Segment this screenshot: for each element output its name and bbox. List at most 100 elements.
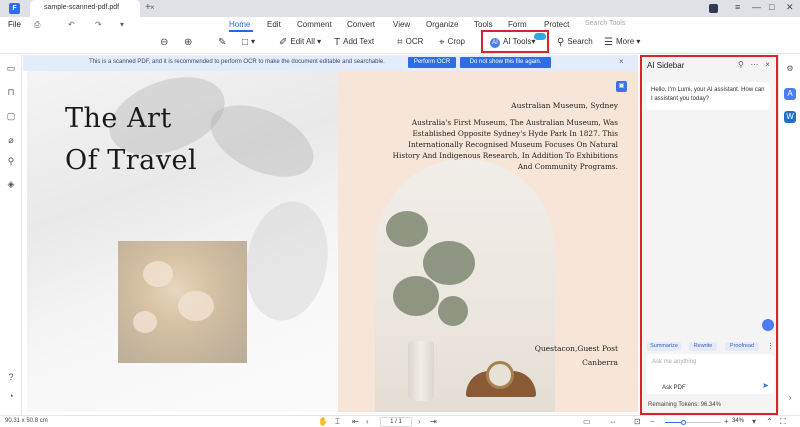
edit-all-button[interactable]: ✐ Edit All ▾ <box>279 37 321 48</box>
hand-tool-icon[interactable]: ✋ <box>318 417 328 426</box>
summarize-chip[interactable]: Summarize <box>647 342 681 351</box>
document-viewer[interactable]: This is a scanned PDF, and it is recomme… <box>23 55 638 412</box>
menu-organize[interactable]: Organize <box>426 20 458 29</box>
rewrite-chip[interactable]: Rewrite <box>689 342 717 351</box>
search-icon: ⚲ <box>557 37 565 48</box>
ocr-label: OCR <box>405 37 424 46</box>
museum-body-text: Australia's First Museum, The Australian… <box>392 118 618 171</box>
search-label: Search <box>567 37 593 46</box>
quick-access-dropdown-icon[interactable]: ▾ <box>120 20 124 29</box>
search-icon[interactable]: ⚲ <box>6 156 16 166</box>
shape-button[interactable]: □ ▾ <box>242 37 255 48</box>
status-bar: 90.31 x 50.8 cm ✋ ⌶ ⇤ ‹ 1 / 1 › ⇥ ▭ ⇔ ⊡ … <box>0 415 800 427</box>
photo-caption-line1: Questacon,Guest Post <box>534 344 618 353</box>
leaf-shadow <box>237 194 337 328</box>
word-convert-icon[interactable]: W <box>784 111 796 123</box>
menu-icon[interactable]: ≡ <box>735 2 740 12</box>
close-window-icon[interactable]: ✕ <box>786 2 794 13</box>
thumbnails-icon[interactable]: ▭ <box>6 63 16 73</box>
search-tools-input[interactable]: Search Tools <box>585 20 625 27</box>
bookmark-icon[interactable]: ⊓ <box>6 87 16 97</box>
fit-width-icon[interactable]: ⇔ <box>609 417 617 426</box>
assistant-greeting: Hello, I'm Lumi, your AI assistant. How … <box>646 82 770 110</box>
menu-home[interactable]: Home <box>229 20 250 29</box>
assistant-avatar-icon[interactable] <box>762 319 774 331</box>
page-layout-icon[interactable]: ▭ <box>583 417 591 426</box>
plant-leaves <box>393 276 439 316</box>
menu-view[interactable]: View <box>393 20 410 29</box>
document-tab[interactable]: sample-scanned-pdf.pdf × <box>30 0 155 17</box>
flower-photo <box>118 241 247 363</box>
perform-ocr-button[interactable]: Perform OCR <box>408 57 456 68</box>
ask-placeholder: Ask me anything <box>652 359 697 365</box>
fit-page-icon[interactable]: ⊡ <box>634 417 641 426</box>
right-tool-strip: ⚙ A W › <box>778 55 800 412</box>
menu-convert[interactable]: Convert <box>347 20 375 29</box>
shape-icon: □ <box>242 37 249 48</box>
redo-icon[interactable]: ↷ <box>95 20 102 29</box>
file-menu[interactable]: File <box>8 20 21 29</box>
help-icon[interactable]: ? <box>6 372 16 382</box>
menu-bar: File ⎙ ↶ ↷ ▾ Home Edit Comment Convert V… <box>0 17 800 32</box>
zoom-out-status-icon[interactable]: − <box>650 417 655 426</box>
banner-close-icon[interactable]: × <box>619 57 624 66</box>
zoom-slider-handle[interactable] <box>681 420 687 425</box>
page-ai-icon[interactable]: ▣ <box>616 81 627 92</box>
highlight-button[interactable]: ✎ <box>218 37 229 48</box>
zoom-dropdown-icon[interactable]: ▾ <box>752 417 756 426</box>
zoom-out-icon: ⊖ <box>160 37 169 48</box>
menu-comment[interactable]: Comment <box>297 20 332 29</box>
account-icon[interactable] <box>709 4 718 13</box>
menu-protect[interactable]: Protect <box>544 20 569 29</box>
zoom-in-icon: ⊕ <box>184 37 193 48</box>
print-icon[interactable]: ⎙ <box>34 20 40 30</box>
add-text-button[interactable]: T Add Text <box>334 37 374 48</box>
menu-tools[interactable]: Tools <box>474 20 493 29</box>
museum-heading: Australian Museum, Sydney <box>511 101 618 110</box>
attachment-icon[interactable]: ⌀ <box>6 135 16 145</box>
search-button[interactable]: ⚲ Search <box>557 37 593 48</box>
pin-icon[interactable]: ⚲ <box>738 60 744 69</box>
flower-spot <box>178 291 214 321</box>
dont-show-again-button[interactable]: Do not show this file again. <box>460 57 551 68</box>
minimize-icon[interactable]: — <box>752 2 761 12</box>
ask-input[interactable]: Ask me anything Ask PDF ➤ <box>646 354 774 394</box>
menu-edit[interactable]: Edit <box>267 20 281 29</box>
zoom-in-button[interactable]: ⊕ <box>184 37 195 48</box>
crop-button[interactable]: ⌖ Crop <box>439 37 465 48</box>
new-tab-icon[interactable]: + <box>145 2 151 13</box>
select-tool-icon[interactable]: ⌶ <box>335 417 340 427</box>
ocr-button[interactable]: ⌗ OCR <box>397 37 423 48</box>
plant-leaves <box>438 296 468 326</box>
previous-page-icon[interactable]: ‹ <box>366 417 369 426</box>
settings-icon[interactable]: ◔ <box>6 391 16 401</box>
properties-icon[interactable]: ⚙ <box>784 63 796 75</box>
menu-form[interactable]: Form <box>508 20 527 29</box>
scroll-up-icon[interactable]: ⌃ <box>766 417 773 426</box>
maximize-icon[interactable]: □ <box>769 2 774 12</box>
collapse-panel-icon[interactable]: › <box>784 392 796 404</box>
ocr-banner: This is a scanned PDF, and it is recomme… <box>23 55 638 71</box>
next-page-icon[interactable]: › <box>418 417 421 426</box>
ask-pdf-toggle[interactable]: Ask PDF <box>662 385 686 391</box>
proofread-chip[interactable]: Proofread <box>725 342 759 351</box>
zoom-out-button[interactable]: ⊖ <box>160 37 171 48</box>
zoom-level[interactable]: 34% <box>732 418 744 424</box>
zoom-in-status-icon[interactable]: + <box>724 417 729 426</box>
send-icon[interactable]: ➤ <box>762 381 769 390</box>
more-options-icon[interactable]: ⋯ <box>751 60 759 69</box>
close-sidebar-icon[interactable]: × <box>765 60 770 69</box>
layers-icon[interactable]: ◈ <box>6 179 16 189</box>
undo-icon[interactable]: ↶ <box>68 20 75 29</box>
plant-leaves <box>423 241 475 285</box>
page-number-input[interactable]: 1 / 1 <box>380 417 412 427</box>
last-page-icon[interactable]: ⇥ <box>430 417 437 426</box>
comment-icon[interactable]: ▢ <box>6 111 16 121</box>
full-screen-icon[interactable]: ⛶ <box>780 417 786 427</box>
plant-leaves <box>386 211 428 247</box>
chip-more-icon[interactable]: ⋮ <box>767 342 774 350</box>
zoom-slider[interactable] <box>665 420 721 425</box>
first-page-icon[interactable]: ⇤ <box>352 417 359 426</box>
more-button[interactable]: ☰ More ▾ <box>604 37 640 48</box>
ai-assistant-icon[interactable]: A <box>784 88 796 100</box>
